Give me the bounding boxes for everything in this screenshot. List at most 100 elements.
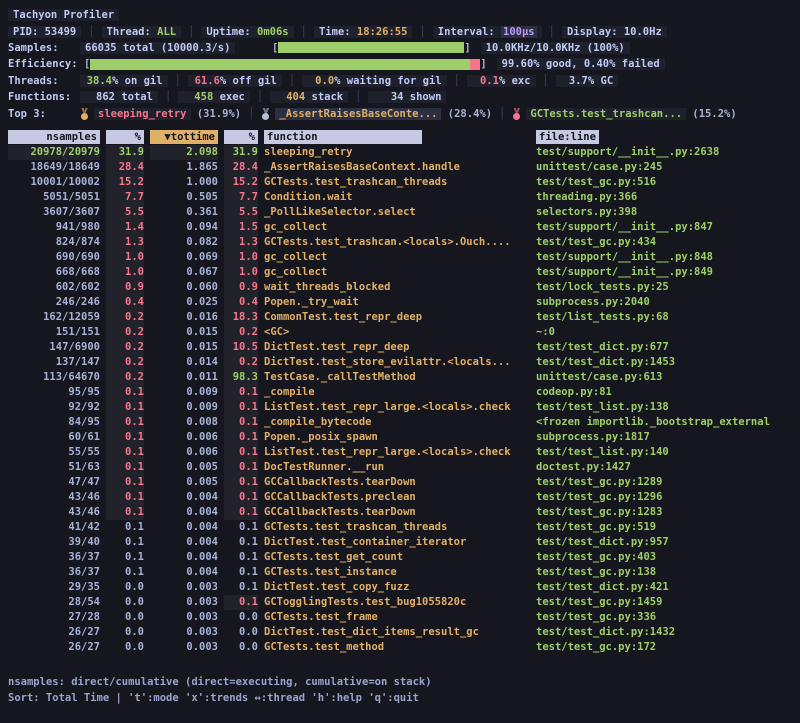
tottime-cell: 0.005: [150, 475, 218, 490]
pct-cumulative-cell: 0.1: [224, 430, 258, 445]
table-row: 51/630.10.0050.1DocTestRunner.__rundocte…: [8, 460, 792, 475]
table-row: 47/470.10.0050.1GCCallbackTests.tearDown…: [8, 475, 792, 490]
thread-stat-unit: % on gil: [112, 75, 163, 87]
file-line-cell: test/support/__init__.py:849: [536, 265, 792, 280]
nsamples-cell: 60/61: [8, 430, 100, 445]
pct-cumulative-cell: 0.1: [224, 385, 258, 400]
function-cell: ListTest.test_repr_large.<locals>.check: [264, 400, 530, 415]
top3-items: sleeping_retry (31.9%)│_AssertRaisesBase…: [80, 108, 737, 120]
nsamples-cell: 151/151: [8, 325, 100, 340]
pct-direct-cell: 0.1: [106, 385, 144, 400]
table-row: 246/2460.40.0250.4Popen._try_waitsubproc…: [8, 295, 792, 310]
function-cell: GCCallbackTests.preclean: [264, 490, 530, 505]
samples-bar-group: [] 10.0KHz/10.0KHz (100%): [272, 40, 630, 56]
column-header-pct-direct[interactable]: %: [106, 129, 144, 145]
pct-cumulative-cell: 0.1: [224, 400, 258, 415]
nsamples-cell: 51/63: [8, 460, 100, 475]
file-line-cell: test/support/__init__.py:847: [536, 220, 792, 235]
thread-stat-value: 3.7: [561, 75, 588, 87]
pct-direct-cell: 0.4: [106, 295, 144, 310]
nsamples-cell: 26/27: [8, 625, 100, 640]
column-header-label-file-line: file:line: [536, 130, 599, 144]
nsamples-cell: 5051/5051: [8, 190, 100, 205]
file-line-cell: test/test_gc.py:1289: [536, 475, 792, 490]
bronze-medal-icon: [512, 108, 521, 120]
file-line-cell: subprocess.py:1817: [536, 430, 792, 445]
column-header-label-function: function: [264, 130, 422, 144]
file-line-cell: test/support/__init__.py:2638: [536, 145, 792, 160]
pct-direct-cell: 1.4: [106, 220, 144, 235]
threads-stats: 38.4% on gil│61.6% off gil│0.0% waiting …: [80, 75, 618, 87]
silver-medal-icon: [261, 108, 270, 120]
function-cell: Condition.wait: [264, 190, 530, 205]
function-cell: GCTests.test_trashcan_threads: [264, 520, 530, 535]
table-row: 95/950.10.0090.1_compilecodeop.py:81: [8, 385, 792, 400]
function-stat-value: 404: [275, 91, 305, 103]
bar-close-bracket: ]: [480, 58, 486, 70]
table-row: 151/1510.20.0150.2<GC>~:0: [8, 325, 792, 340]
table-row: 36/370.10.0040.1GCTests.test_get_countte…: [8, 550, 792, 565]
pct-direct-cell: 0.1: [106, 550, 144, 565]
pct-direct-cell: 0.0: [106, 640, 144, 655]
time-segment: Time: 18:26:55: [314, 26, 413, 38]
top3-function-name: _AssertRaisesBaseConte...: [275, 108, 441, 120]
function-cell: DictTest.test_copy_fuzz: [264, 580, 530, 595]
file-line-cell: test/test_gc.py:434: [536, 235, 792, 250]
tottime-cell: 0.060: [150, 280, 218, 295]
table-row: 941/9801.40.0941.5gc_collecttest/support…: [8, 220, 792, 235]
pct-cumulative-cell: 28.4: [224, 160, 258, 175]
thread-stat: 61.6% off gil: [188, 75, 282, 87]
nsamples-cell: 246/246: [8, 295, 100, 310]
nsamples-cell: 43/46: [8, 505, 100, 520]
thread-stat: 38.4% on gil: [80, 75, 168, 87]
column-header-nsamples[interactable]: nsamples: [8, 129, 100, 145]
file-line-cell: threading.py:366: [536, 190, 792, 205]
tottime-cell: 0.004: [150, 535, 218, 550]
separator-icon: │: [248, 108, 254, 120]
nsamples-cell: 147/6900: [8, 340, 100, 355]
tottime-cell: 0.003: [150, 580, 218, 595]
tottime-cell: 0.009: [150, 385, 218, 400]
nsamples-cell: 47/47: [8, 475, 100, 490]
file-line-cell: <frozen importlib._bootstrap_external: [536, 415, 792, 430]
threads-line: Threads: 38.4% on gil│61.6% off gil│0.0%…: [8, 73, 792, 89]
function-cell: gc_collect: [264, 265, 530, 280]
pct-direct-cell: 0.0: [106, 610, 144, 625]
pct-direct-cell: 0.1: [106, 490, 144, 505]
file-line-cell: test/test_gc.py:138: [536, 565, 792, 580]
pct-cumulative-cell: 0.1: [224, 580, 258, 595]
table-row: 84/950.10.0080.1_compile_bytecode<frozen…: [8, 415, 792, 430]
tottime-cell: 0.015: [150, 325, 218, 340]
column-header-file-line[interactable]: file:line: [536, 129, 792, 145]
table-row: 26/270.00.0030.0DictTest.test_dict_items…: [8, 625, 792, 640]
table-row: 20978/2097931.92.09831.9sleeping_retryte…: [8, 145, 792, 160]
display-label: Display:: [567, 26, 624, 38]
thread-stat-value: 38.4: [85, 75, 112, 87]
pid-segment: PID: 53499: [8, 26, 81, 38]
column-header-pct-cumulative[interactable]: %: [224, 129, 258, 145]
table-row: 92/920.10.0090.1ListTest.test_repr_large…: [8, 400, 792, 415]
file-line-cell: test/test_dict.py:1453: [536, 355, 792, 370]
time-value: 18:26:55: [357, 26, 408, 38]
pct-direct-cell: 7.7: [106, 190, 144, 205]
nsamples-cell: 36/37: [8, 550, 100, 565]
nsamples-cell: 602/602: [8, 280, 100, 295]
file-line-cell: test/test_gc.py:1283: [536, 505, 792, 520]
pct-direct-cell: 0.0: [106, 595, 144, 610]
pct-cumulative-cell: 1.0: [224, 250, 258, 265]
top3-item: GCTests.test_trashcan... (15.2%): [512, 108, 736, 120]
pct-direct-cell: 0.2: [106, 325, 144, 340]
table-row: 36/370.10.0040.1GCTests.test_instancetes…: [8, 565, 792, 580]
column-header-label-pct-direct: %: [106, 130, 144, 144]
column-header-tottime[interactable]: ▼tottime: [150, 129, 218, 145]
top3-item: _AssertRaisesBaseConte... (28.4%): [261, 108, 492, 120]
pct-cumulative-cell: 0.1: [224, 490, 258, 505]
interval-segment: Interval: 100µs: [433, 26, 542, 38]
samples-rate: 10.0KHz/10.0KHz (100%): [481, 42, 630, 54]
file-line-cell: test/test_gc.py:1459: [536, 595, 792, 610]
function-cell: GCTests.test_trashcan_threads: [264, 175, 530, 190]
pct-cumulative-cell: 31.9: [224, 145, 258, 160]
function-stat-unit: total: [115, 91, 153, 103]
column-header-function[interactable]: function: [264, 129, 530, 145]
efficiency-label: Efficiency:: [8, 58, 84, 70]
